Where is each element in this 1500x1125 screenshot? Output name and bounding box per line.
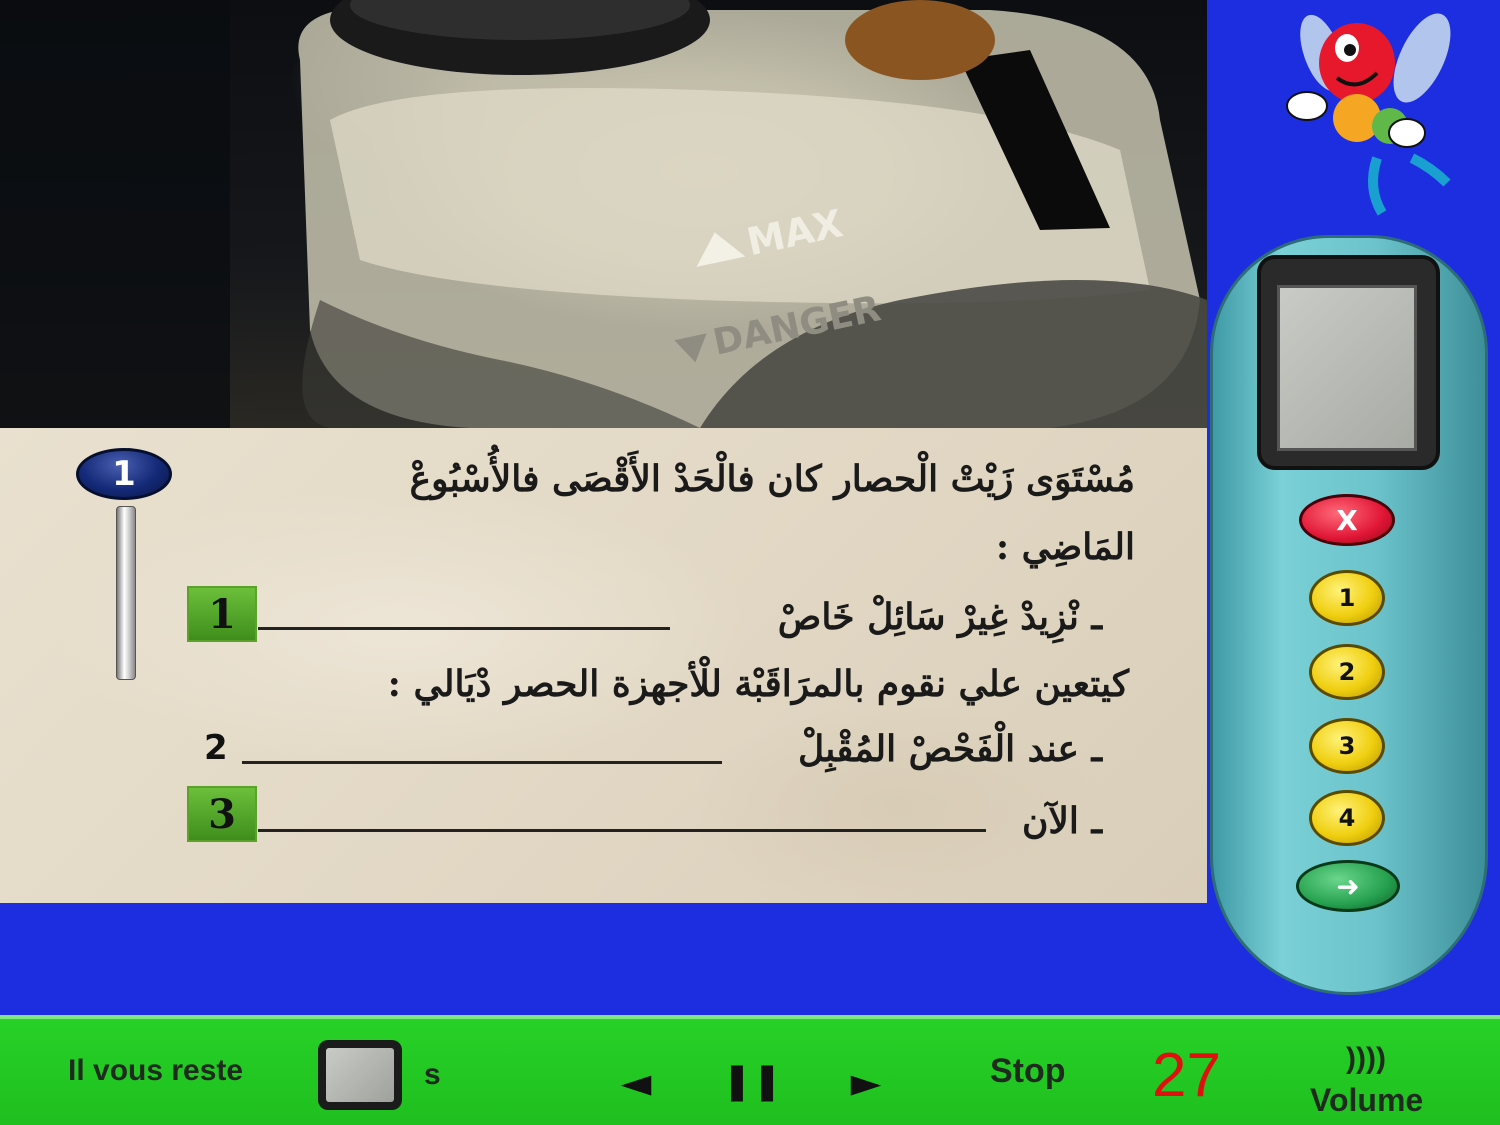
remote-button-4[interactable]: 4	[1309, 790, 1385, 846]
pause-button[interactable]: ❚❚	[722, 1056, 782, 1106]
answer-item-2-label: 2	[204, 728, 228, 768]
remote-button-1[interactable]: 1	[1309, 570, 1385, 626]
remote-next-button[interactable]: ➜	[1296, 860, 1400, 912]
question-panel: 1 مُسْتَوَى زَيْتْ الْحصار كان فالْحَدْ …	[0, 428, 1207, 903]
question-number-badge: 1	[76, 448, 172, 500]
answer-item-1-text: ـ نْزِيدْ غِيرْ سَائِلْ خَاصْ	[777, 596, 1102, 638]
question-line-1: مُسْتَوَى زَيْتْ الْحصار كان فالْحَدْ ال…	[409, 458, 1135, 500]
remote-button-3[interactable]: 3	[1309, 718, 1385, 774]
question-line-2: المَاضِي :	[995, 526, 1135, 568]
answer-item-3-slot[interactable]: 3	[187, 786, 257, 842]
next-button[interactable]: ►	[834, 1058, 898, 1108]
answer-item-1-slot[interactable]: 1	[187, 586, 257, 642]
question-line-3: كيتعين علي نقوم بالمرَاقَبْة للْأجهزة ال…	[387, 663, 1129, 705]
time-remaining-label: Il vous reste	[68, 1054, 244, 1087]
remote-screen	[1277, 285, 1417, 451]
answer-item-2-text: ـ عند الْفَحْصْ المُقْبِلْ	[797, 728, 1102, 770]
mascot-bee-icon	[1262, 8, 1462, 223]
question-number: 1	[112, 454, 136, 494]
question-photo: MAX DANGER	[0, 0, 1207, 428]
previous-button[interactable]: ◄	[604, 1058, 668, 1108]
answer-item-3-line	[258, 829, 986, 832]
remote-button-2[interactable]: 2	[1309, 644, 1385, 700]
answer-item-2-line	[242, 761, 722, 764]
volume-icon[interactable]: ))))	[1346, 1042, 1386, 1076]
answer-item-3-text: ـ الآن	[1021, 800, 1102, 842]
question-progress-bar	[116, 506, 136, 680]
answer-item-1-line	[258, 627, 670, 630]
question-counter: 27	[1152, 1041, 1221, 1110]
volume-button[interactable]: Volume	[1310, 1082, 1423, 1119]
timer-display	[318, 1040, 402, 1110]
stop-button[interactable]: Stop	[990, 1052, 1066, 1091]
remote-cancel-button[interactable]: X	[1299, 494, 1395, 546]
seconds-unit: s	[424, 1058, 441, 1091]
